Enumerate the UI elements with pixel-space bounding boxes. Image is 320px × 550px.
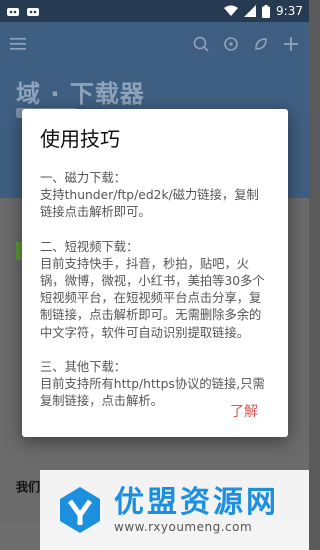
battery-icon: [262, 4, 271, 18]
watermark: 优盟资源网 www.rxyoumeng.com: [40, 470, 309, 550]
wifi-icon: [224, 5, 239, 16]
app-title: 域 · 下载器: [16, 80, 145, 108]
watermark-url: www.rxyoumeng.com: [114, 520, 253, 534]
refresh-icon[interactable]: [223, 36, 239, 52]
section-heading: 二、短视频下载：: [40, 239, 139, 254]
section-heading: 三、其他下载：: [40, 359, 127, 374]
search-icon[interactable]: [193, 36, 209, 52]
notification-app-icon: [7, 8, 19, 16]
notification-app-icon: [27, 8, 39, 16]
section-text: 支持thunder/ftp/ed2k/磁力链接，复制链接点击解析即可。: [40, 188, 259, 220]
tips-section-short-video: 二、短视频下载： 目前支持快手，抖音，秒拍，贴吧，火锅，微博，微视，小红书，美拍…: [40, 239, 270, 342]
menu-icon[interactable]: [10, 37, 26, 51]
tips-section-magnet: 一、磁力下载： 支持thunder/ftp/ed2k/磁力链接，复制链接点击解析…: [40, 170, 270, 222]
watermark-logo-icon: [60, 487, 100, 533]
understand-button[interactable]: 了解: [230, 401, 258, 421]
signal-icon: [244, 5, 257, 17]
theme-icon[interactable]: [253, 36, 269, 52]
section-title: 我们: [16, 480, 41, 494]
section-text: 目前支持快手，抖音，秒拍，贴吧，火锅，微博，微视，小红书，美拍等30多个短视频平…: [40, 256, 265, 340]
section-heading: 一、磁力下载：: [40, 171, 127, 185]
dialog-body: 一、磁力下载： 支持thunder/ftp/ed2k/磁力链接，复制链接点击解析…: [40, 170, 270, 410]
status-bar: 9:37: [0, 0, 309, 22]
add-icon[interactable]: [283, 36, 299, 52]
dialog-title: 使用技巧: [40, 127, 120, 151]
toolbar: [0, 22, 309, 66]
tips-dialog: 使用技巧 一、磁力下载： 支持thunder/ftp/ed2k/磁力链接，复制链…: [22, 109, 288, 437]
watermark-name: 优盟资源网: [114, 485, 279, 520]
status-time: 9:37: [276, 4, 303, 18]
